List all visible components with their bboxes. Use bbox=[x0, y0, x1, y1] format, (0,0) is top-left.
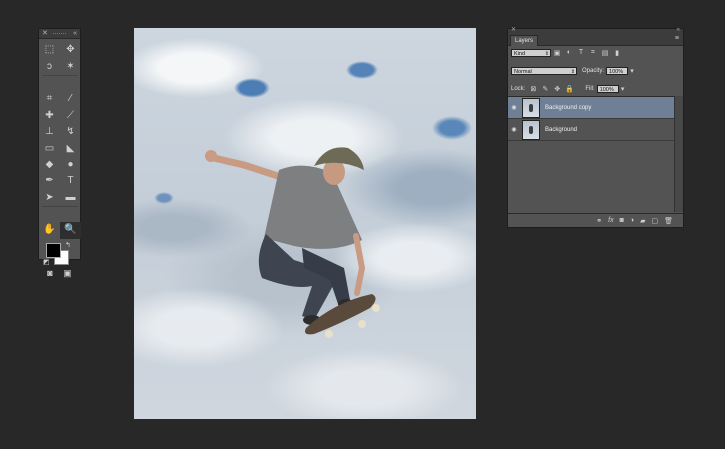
document-canvas[interactable] bbox=[134, 28, 476, 419]
close-icon[interactable]: ✕ bbox=[511, 27, 516, 33]
layer-list: ◉ Background copy ◉ Background bbox=[508, 96, 675, 213]
layer-name: Background copy bbox=[545, 104, 592, 111]
screen-mode-icon[interactable]: ▣ bbox=[63, 268, 72, 279]
layer-thumbnail bbox=[522, 119, 540, 140]
trash-icon[interactable]: 🗑 bbox=[664, 217, 673, 225]
eye-icon[interactable]: ◉ bbox=[508, 104, 520, 111]
color-swatches: ↰ ◩ bbox=[39, 241, 80, 267]
lock-position-icon[interactable]: ✥ bbox=[551, 85, 563, 93]
wheel-shape bbox=[325, 330, 333, 338]
tools-panel-header[interactable]: ✕ « bbox=[39, 29, 80, 39]
layers-bottom-bar: ⚭ fx ◙ ◑ ▰ ▢ 🗑 bbox=[508, 213, 683, 227]
arm-shape bbox=[210, 154, 288, 182]
swap-colors-icon[interactable]: ↰ bbox=[65, 241, 71, 249]
chevron-down-icon: ⇕ bbox=[544, 50, 549, 57]
layers-scrollbar[interactable] bbox=[674, 96, 683, 212]
eyedropper-icon[interactable]: ⁄ bbox=[60, 91, 81, 107]
filter-toggle-icon[interactable]: ▮ bbox=[611, 49, 623, 57]
fill-label: Fill: bbox=[585, 85, 595, 92]
lock-row: Lock: ⊠ ✎ ✥ 🔒 Fill: 100% ▾ bbox=[508, 83, 683, 94]
lock-all-icon[interactable]: 🔒 bbox=[563, 85, 575, 93]
type-icon[interactable]: T bbox=[60, 173, 81, 189]
clone-stamp-icon[interactable]: ⊥ bbox=[39, 124, 60, 140]
smart-object-filter-icon[interactable]: ▤ bbox=[599, 49, 611, 57]
adjustment-icon[interactable]: ◑ bbox=[630, 217, 634, 224]
dodge-icon[interactable]: ● bbox=[60, 157, 81, 173]
foreground-color-swatch[interactable] bbox=[46, 242, 61, 258]
rectangle-shape-icon[interactable]: ▬ bbox=[60, 190, 81, 206]
filter-kind-select[interactable]: Kind ⇕ bbox=[511, 48, 551, 57]
tools-bottom-row: ◙ ▣ bbox=[39, 267, 80, 279]
tools-panel: ✕ « ⬚ ✥ ↄ ✶ ⌗ ⁄ ✚ ⟋ ⊥ ↯ ▭ ◣ ◆ ● ✒ T ➤ ▬ ✋ 🔍 ↰ ◩ ◙ ▣ bbox=[38, 28, 81, 278]
panel-menu-icon[interactable]: ≡ bbox=[675, 35, 679, 42]
image-filter-icon[interactable]: ▣ bbox=[551, 49, 563, 57]
brush-icon[interactable]: ⟋ bbox=[60, 108, 81, 124]
layer-row[interactable]: ◉ Background copy bbox=[508, 97, 675, 119]
wheel-shape bbox=[358, 320, 366, 328]
hand-icon[interactable]: ✋ bbox=[39, 222, 60, 238]
skateboarder-photo bbox=[205, 147, 380, 338]
close-icon[interactable]: ✕ bbox=[42, 29, 48, 38]
path-selection-icon[interactable]: ➤ bbox=[39, 190, 60, 206]
opacity-value: 100% bbox=[609, 68, 624, 75]
pen-icon[interactable]: ✒ bbox=[39, 173, 60, 189]
wheel-shape bbox=[372, 304, 380, 312]
fill-input[interactable]: 100% bbox=[596, 84, 619, 93]
blend-mode-select[interactable]: Normal ⇕ bbox=[511, 66, 577, 75]
zoom-icon[interactable]: 🔍 bbox=[60, 222, 81, 239]
blend-row: Normal ⇕ Opacity: 100% ▾ bbox=[508, 65, 683, 76]
opacity-dropdown-icon[interactable]: ▾ bbox=[628, 67, 636, 75]
layer-thumbnail bbox=[522, 97, 540, 118]
blur-icon[interactable]: ◆ bbox=[39, 157, 60, 173]
tool-separator bbox=[42, 205, 78, 207]
paint-bucket-icon[interactable]: ◣ bbox=[60, 140, 81, 156]
mask-icon[interactable]: ◙ bbox=[620, 217, 624, 224]
drag-handle[interactable] bbox=[53, 33, 66, 35]
default-colors-icon[interactable]: ◩ bbox=[43, 258, 50, 266]
layer-row[interactable]: ◉ Background bbox=[508, 119, 675, 141]
chevron-down-icon: ⇕ bbox=[570, 68, 575, 75]
opacity-label: Opacity: bbox=[582, 67, 605, 74]
type-filter-icon[interactable]: T bbox=[575, 49, 587, 56]
collapse-icon[interactable]: « bbox=[73, 29, 77, 38]
fx-icon[interactable]: fx bbox=[608, 217, 613, 224]
quick-mask-icon[interactable]: ◙ bbox=[47, 268, 52, 279]
tool-separator bbox=[42, 74, 78, 76]
history-brush-icon[interactable]: ↯ bbox=[60, 124, 81, 140]
eye-icon[interactable]: ◉ bbox=[508, 126, 520, 133]
lasso-icon[interactable]: ↄ bbox=[39, 58, 60, 74]
rectangular-marquee-icon[interactable]: ⬚ bbox=[39, 42, 60, 58]
lock-pixels-icon[interactable]: ✎ bbox=[539, 85, 551, 93]
right-arm-shape bbox=[353, 233, 366, 296]
magic-wand-icon[interactable]: ✶ bbox=[60, 58, 81, 74]
folder-icon[interactable]: ▰ bbox=[640, 217, 645, 225]
link-icon[interactable]: ⚭ bbox=[596, 217, 602, 225]
adjustment-filter-icon[interactable]: ◐ bbox=[563, 49, 575, 56]
tool-grid: ⬚ ✥ ↄ ✶ ⌗ ⁄ ✚ ⟋ ⊥ ↯ ▭ ◣ ◆ ● ✒ T ➤ ▬ ✋ 🔍 bbox=[39, 39, 81, 239]
tab-layers[interactable]: Layers bbox=[510, 35, 539, 46]
shape-filter-icon[interactable]: ⌗ bbox=[587, 49, 599, 57]
layers-panel: ✕ « Layers ≡ Kind ⇕ ▣ ◐ T ⌗ ▤ ▮ Normal ⇕… bbox=[507, 27, 684, 228]
collapse-icon[interactable]: « bbox=[677, 27, 680, 33]
fill-value: 100% bbox=[599, 86, 614, 93]
lock-label: Lock: bbox=[511, 85, 526, 92]
filter-kind-label: Kind bbox=[514, 50, 526, 57]
eraser-icon[interactable]: ▭ bbox=[39, 140, 60, 156]
crop-icon[interactable]: ⌗ bbox=[39, 91, 60, 107]
lock-transparent-icon[interactable]: ⊠ bbox=[527, 85, 539, 93]
shirt-shape bbox=[264, 165, 362, 249]
opacity-input[interactable]: 100% bbox=[606, 66, 629, 75]
blend-mode-value: Normal bbox=[514, 68, 532, 75]
new-layer-icon[interactable]: ▢ bbox=[651, 217, 658, 225]
hand-shape bbox=[205, 150, 217, 162]
move-tool-icon[interactable]: ✥ bbox=[60, 42, 81, 58]
filter-row: Kind ⇕ ▣ ◐ T ⌗ ▤ ▮ bbox=[508, 47, 683, 58]
layers-tab-bar: Layers ≡ bbox=[508, 34, 683, 46]
spot-healing-icon[interactable]: ✚ bbox=[39, 108, 60, 124]
fill-dropdown-icon[interactable]: ▾ bbox=[619, 85, 627, 93]
layer-name: Background bbox=[545, 126, 578, 133]
